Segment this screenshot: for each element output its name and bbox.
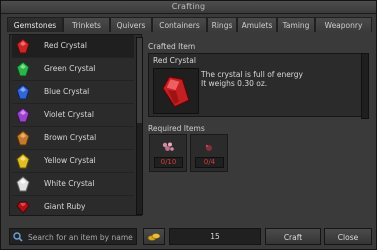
crafted-item-slot: [153, 68, 199, 114]
required-item-count: 0/4: [195, 157, 224, 168]
search-input[interactable]: [26, 229, 138, 246]
item-label: White Crystal: [44, 179, 95, 188]
list-item-blue-crystal[interactable]: Blue Crystal: [12, 81, 134, 104]
green-crystal-icon: [16, 61, 30, 77]
item-list: Red Crystal Green Crystal Blue Crystal V…: [9, 34, 143, 219]
tab-rings[interactable]: Rings: [207, 17, 237, 32]
blue-crystal-icon: [16, 84, 30, 100]
violet-crystal-icon: [16, 107, 30, 123]
red-crystal-icon: [161, 75, 191, 109]
details-panel: Crafted Item Red Crystal The crystal is …: [145, 34, 372, 216]
item-label: Violet Crystal: [44, 110, 94, 119]
list-item-red-crystal[interactable]: Red Crystal: [12, 35, 134, 58]
crafted-item-heading: Crafted Item: [148, 42, 196, 51]
list-scrollbar-thumb[interactable]: [137, 38, 142, 123]
list-item-giant-ruby[interactable]: Giant Ruby: [12, 196, 134, 219]
description-scrollbar[interactable]: [361, 53, 369, 119]
giant-ruby-icon: [16, 201, 30, 214]
search-box[interactable]: [9, 228, 138, 246]
item-label: Yellow Crystal: [44, 156, 96, 165]
list-scrollbar[interactable]: [136, 37, 143, 215]
tab-trinkets[interactable]: Trinkets: [63, 17, 110, 32]
list-item-brown-crystal[interactable]: Brown Crystal: [12, 127, 134, 150]
quantity-field[interactable]: 15: [169, 228, 261, 245]
description-line: It weighs 0.30 oz.: [201, 79, 268, 88]
required-item-count: 0/10: [154, 157, 183, 168]
crafted-item-name: Red Crystal: [153, 56, 196, 65]
gold-coin-button[interactable]: [143, 228, 165, 245]
red-powder-icon: [205, 144, 212, 151]
tab-amulets[interactable]: Amulets: [237, 17, 277, 32]
crafted-item-description: The crystal is full of energy It weighs …: [201, 70, 303, 88]
close-button[interactable]: Close: [324, 228, 372, 245]
list-item-yellow-crystal[interactable]: Yellow Crystal: [12, 150, 134, 173]
craft-button[interactable]: Craft: [265, 228, 321, 245]
search-icon: [13, 232, 23, 242]
list-item-violet-crystal[interactable]: Violet Crystal: [12, 104, 134, 127]
white-crystal-icon: [16, 176, 30, 192]
required-item-slot[interactable]: 0/4: [190, 134, 228, 172]
list-item-white-crystal[interactable]: White Crystal: [12, 173, 134, 196]
item-label: Giant Ruby: [44, 202, 86, 211]
required-items-heading: Required Items: [148, 124, 205, 133]
red-crystal-icon: [16, 38, 30, 54]
pink-ore-icon: [162, 142, 174, 151]
tab-quivers[interactable]: Quivers: [110, 17, 152, 32]
required-item-slot[interactable]: 0/10: [149, 134, 187, 172]
title-bar[interactable]: Crafting: [1, 1, 376, 14]
category-tabs: Gemstones Trinkets Quivers Containers Ri…: [7, 17, 372, 33]
tab-taming[interactable]: Taming: [277, 17, 315, 32]
brown-crystal-icon: [16, 130, 30, 146]
crafted-item-box: Red Crystal The crystal is full of energ…: [148, 53, 363, 117]
crafting-window: Crafting Gemstones Trinkets Quivers Cont…: [0, 0, 377, 250]
tab-gemstones[interactable]: Gemstones: [7, 17, 63, 32]
item-label: Brown Crystal: [44, 133, 97, 142]
item-label: Blue Crystal: [44, 87, 90, 96]
description-line: The crystal is full of energy: [201, 70, 303, 79]
item-label: Red Crystal: [44, 41, 87, 50]
tab-containers[interactable]: Containers: [152, 17, 207, 32]
yellow-crystal-icon: [16, 153, 30, 169]
list-item-green-crystal[interactable]: Green Crystal: [12, 58, 134, 81]
tab-weaponry[interactable]: Weaponry: [315, 17, 372, 32]
window-title: Crafting: [171, 2, 206, 11]
gold-coins-icon: [147, 233, 161, 241]
item-label: Green Crystal: [44, 64, 96, 73]
